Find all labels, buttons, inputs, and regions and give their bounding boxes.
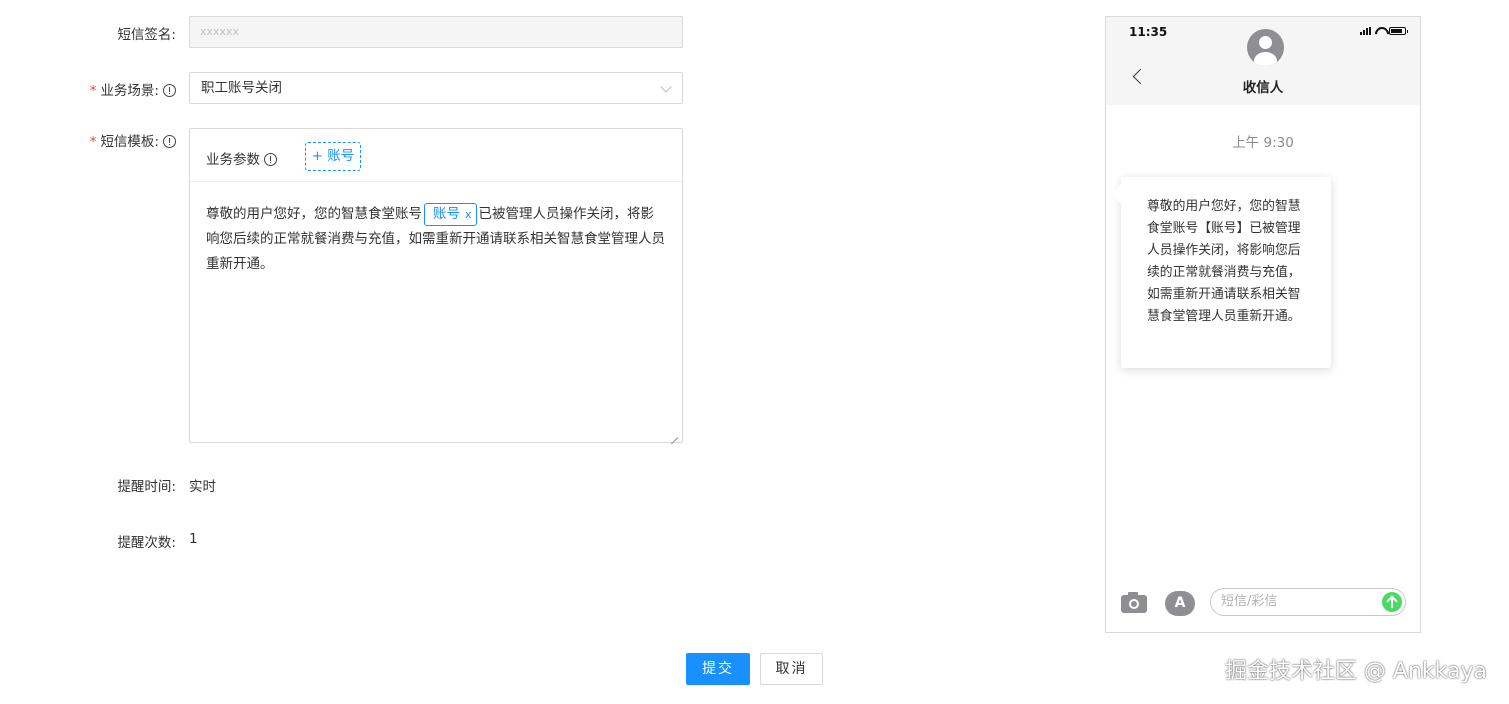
message-timestamp: 上午 9:30	[1232, 135, 1294, 151]
tag-remove-icon[interactable]: x	[465, 208, 472, 221]
sms-preview-phone: 11:35 收信人 上午 9:30 尊敬的用户您好，您的智慧食堂账号【账号】已被…	[1105, 16, 1421, 633]
template-label: * 短信模板:	[0, 130, 176, 150]
status-time: 11:35	[1129, 25, 1168, 39]
chevron-down-icon	[660, 81, 672, 93]
recipient-name: 收信人	[1242, 80, 1284, 96]
phone-header: 11:35 收信人	[1106, 17, 1420, 105]
message-bubble: 尊敬的用户您好，您的智慧食堂账号【账号】已被管理人员操作关闭，将影响您后续的正常…	[1121, 177, 1331, 368]
account-param-tag[interactable]: 账号 x	[424, 203, 477, 226]
cancel-button[interactable]: 取消	[760, 653, 823, 685]
required-mark: *	[89, 83, 97, 99]
remind-time-label: 提醒时间:	[117, 479, 176, 495]
camera-icon[interactable]	[1121, 595, 1147, 613]
add-account-param-button[interactable]: + 账号	[305, 142, 361, 171]
info-icon[interactable]	[163, 135, 176, 148]
scene-select[interactable]: 职工账号关闭	[189, 72, 683, 104]
template-content[interactable]: 尊敬的用户您好，您的智慧食堂账号 账号 x 已被管理人员操作关闭，将影响您后续的正常就…	[190, 182, 682, 277]
params-label: 业务参数	[206, 148, 277, 168]
info-icon[interactable]	[264, 153, 277, 166]
resize-handle[interactable]	[670, 430, 678, 438]
battery-icon	[1389, 27, 1408, 35]
app-store-icon[interactable]: A	[1165, 591, 1195, 616]
template-text-before: 尊敬的用户您好，您的智慧食堂账号	[206, 206, 422, 222]
send-arrow-icon[interactable]	[1382, 592, 1402, 612]
tag-label: 账号	[433, 206, 460, 222]
message-input[interactable]: 短信/彩信	[1210, 588, 1406, 616]
message-text: 尊敬的用户您好，您的智慧食堂账号【账号】已被管理人员操作关闭，将影响您后续的正常…	[1147, 199, 1301, 324]
status-icons	[1360, 27, 1408, 35]
signature-input: xxxxxx	[189, 16, 683, 48]
scene-selected-value: 职工账号关闭	[201, 80, 282, 96]
submit-button[interactable]: 提交	[686, 653, 750, 685]
watermark: 掘金技术社区 @ Ankkaya	[1224, 659, 1487, 684]
avatar-icon	[1247, 29, 1284, 66]
remind-count-label: 提醒次数:	[117, 535, 176, 551]
signature-label: 短信签名:	[117, 27, 176, 43]
required-mark: *	[89, 134, 97, 150]
remind-time-value: 实时	[189, 479, 216, 495]
message-input-placeholder: 短信/彩信	[1221, 594, 1278, 609]
signal-icon	[1360, 27, 1371, 35]
scene-label: * 业务场景:	[0, 79, 176, 99]
wifi-icon	[1375, 27, 1385, 35]
template-params-bar: 业务参数 + 账号	[190, 129, 682, 182]
info-icon[interactable]	[163, 84, 176, 97]
compose-bar: A 短信/彩信	[1106, 574, 1420, 632]
remind-count-value: 1	[189, 531, 198, 547]
template-editor[interactable]: 业务参数 + 账号 尊敬的用户您好，您的智慧食堂账号 账号 x 已被管理人员操作关闭，…	[189, 128, 683, 443]
